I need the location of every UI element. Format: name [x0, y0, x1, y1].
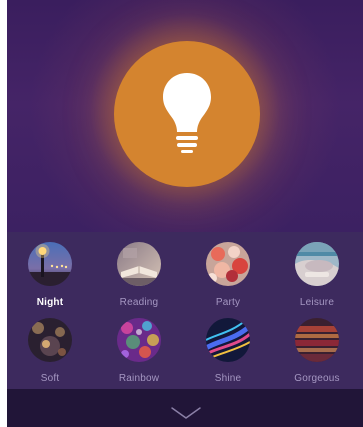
- scene-label: Shine: [214, 373, 242, 384]
- scene-label: Leisure: [299, 297, 335, 308]
- night-scene-thumbnail: [28, 242, 72, 286]
- soft-scene-thumbnail: [28, 318, 72, 362]
- chevron-down-icon[interactable]: [170, 406, 202, 420]
- party-scene-thumbnail: [206, 242, 250, 286]
- scene-panel: Night Reading Party Leisure Soft Rainbow…: [7, 232, 363, 389]
- scene-label: Gorgeous: [294, 373, 340, 384]
- rainbow-scene-thumbnail: [117, 318, 161, 362]
- scene-label: Night: [36, 297, 64, 308]
- scene-gorgeous[interactable]: Gorgeous: [274, 318, 360, 388]
- bottom-bar: [7, 389, 363, 427]
- light-toggle-button[interactable]: [114, 41, 260, 187]
- scene-night[interactable]: Night: [7, 242, 93, 312]
- scene-label: Reading: [119, 297, 159, 308]
- leisure-scene-thumbnail: [295, 242, 339, 286]
- reading-scene-thumbnail: [117, 242, 161, 286]
- scene-label: Party: [215, 297, 241, 308]
- shine-scene-thumbnail: [206, 318, 250, 362]
- scene-label: Rainbow: [118, 373, 160, 384]
- gorgeous-scene-thumbnail: [295, 318, 339, 362]
- scene-label: Soft: [40, 373, 60, 384]
- scene-shine[interactable]: Shine: [185, 318, 271, 388]
- scene-rainbow[interactable]: Rainbow: [96, 318, 182, 388]
- scene-leisure[interactable]: Leisure: [274, 242, 360, 312]
- scene-reading[interactable]: Reading: [96, 242, 182, 312]
- scene-soft[interactable]: Soft: [7, 318, 93, 388]
- scene-party[interactable]: Party: [185, 242, 271, 312]
- light-glow-area: [7, 0, 363, 232]
- light-bulb-icon: [163, 73, 211, 153]
- scene-screen: Night Reading Party Leisure Soft Rainbow…: [7, 0, 363, 427]
